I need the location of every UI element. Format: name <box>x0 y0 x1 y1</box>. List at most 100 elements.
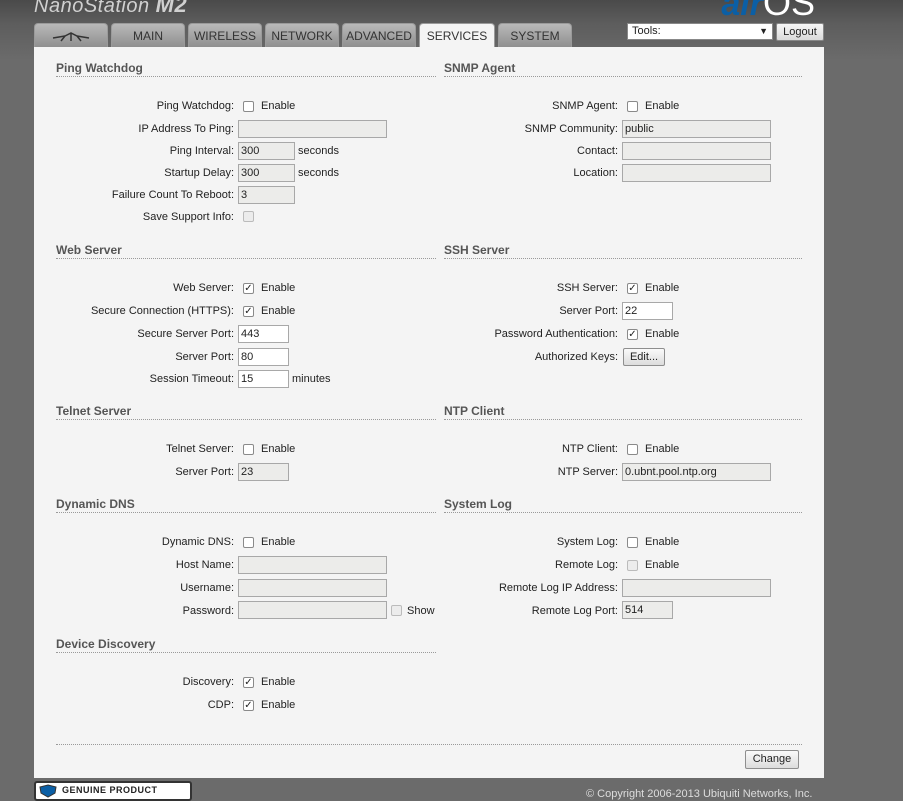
show-password-checkbox[interactable] <box>391 605 402 616</box>
remote-log-ip-label: Remote Log IP Address: <box>498 582 618 594</box>
copyright-text: © Copyright 2006-2013 Ubiquiti Networks,… <box>586 788 813 800</box>
badge-text: GENUINE PRODUCT <box>62 785 158 795</box>
airos-logo: airOS <box>721 0 815 24</box>
ssh-port-field[interactable]: 22 <box>622 302 673 320</box>
genuine-product-badge: GENUINE PRODUCT <box>34 781 192 801</box>
snmp-agent-label: SNMP Agent: <box>552 100 618 112</box>
tab-main[interactable]: MAIN <box>111 23 185 47</box>
system-log-enable-label: Enable <box>645 536 680 548</box>
telnet-server-enable-label: Enable <box>261 443 296 455</box>
save-support-info-checkbox[interactable] <box>243 211 254 222</box>
tools-select-value: Tools: <box>632 25 661 37</box>
telnet-server-checkbox[interactable] <box>243 444 254 455</box>
startup-delay-field[interactable]: 300 <box>238 164 295 182</box>
session-timeout-unit: minutes <box>292 373 331 385</box>
services-panel: Ping Watchdog Ping Watchdog: Enable IP A… <box>34 47 824 778</box>
remote-log-enable-label: Enable <box>645 559 680 571</box>
secure-port-label: Secure Server Port: <box>137 328 234 340</box>
divider <box>444 76 802 77</box>
password-field[interactable] <box>238 601 387 619</box>
edit-keys-button[interactable]: Edit... <box>623 348 665 366</box>
ssh-server-label: SSH Server: <box>556 282 618 294</box>
divider <box>444 419 802 420</box>
ping-interval-unit: seconds <box>298 145 339 157</box>
web-server-checkbox[interactable]: ✓ <box>243 283 254 294</box>
snmp-agent-checkbox[interactable] <box>627 101 638 112</box>
web-server-port-label: Server Port: <box>175 351 234 363</box>
remote-log-port-label: Remote Log Port: <box>531 605 618 617</box>
tab-ubnt-logo[interactable] <box>34 23 108 47</box>
dynamic-dns-title: Dynamic DNS <box>56 497 135 511</box>
remote-log-checkbox[interactable] <box>627 560 638 571</box>
username-field[interactable] <box>238 579 387 597</box>
ssh-server-checkbox[interactable]: ✓ <box>627 283 638 294</box>
divider <box>56 419 436 420</box>
ip-to-ping-field[interactable] <box>238 120 387 138</box>
tools-select[interactable]: Tools: ▼ <box>627 23 773 40</box>
ssh-port-label: Server Port: <box>559 305 618 317</box>
tab-system[interactable]: SYSTEM <box>498 23 572 47</box>
divider <box>444 258 802 259</box>
snmp-contact-label: Contact: <box>577 145 618 157</box>
device-brand: NanoStation M2 <box>34 0 187 18</box>
system-log-label: System Log: <box>556 536 618 548</box>
ping-interval-label: Ping Interval: <box>169 145 234 157</box>
discovery-enable-label: Enable <box>261 676 296 688</box>
device-discovery-title: Device Discovery <box>56 637 156 651</box>
ntp-client-label: NTP Client: <box>561 443 618 455</box>
host-name-label: Host Name: <box>175 559 234 571</box>
session-timeout-label: Session Timeout: <box>149 373 234 385</box>
password-label: Password: <box>182 605 234 617</box>
ntp-server-field[interactable]: 0.ubnt.pool.ntp.org <box>622 463 771 481</box>
save-support-info-label: Save Support Info: <box>142 211 234 223</box>
telnet-server-title: Telnet Server <box>56 404 132 418</box>
ip-to-ping-label: IP Address To Ping: <box>138 123 234 135</box>
secure-port-field[interactable]: 443 <box>238 325 289 343</box>
snmp-community-field[interactable]: public <box>622 120 771 138</box>
cdp-enable-label: Enable <box>261 699 296 711</box>
telnet-port-label: Server Port: <box>175 466 234 478</box>
system-log-checkbox[interactable] <box>627 537 638 548</box>
password-auth-checkbox[interactable]: ✓ <box>627 329 638 340</box>
tab-services[interactable]: SERVICES <box>419 23 495 48</box>
ping-interval-field[interactable]: 300 <box>238 142 295 160</box>
divider <box>56 744 802 745</box>
web-server-title: Web Server <box>56 243 122 257</box>
snmp-agent-title: SNMP Agent <box>444 61 516 75</box>
remote-log-label: Remote Log: <box>555 559 618 571</box>
failure-count-field[interactable]: 3 <box>238 186 295 204</box>
change-button[interactable]: Change <box>745 750 799 769</box>
shield-icon <box>39 784 57 798</box>
tab-wireless[interactable]: WIRELESS <box>188 23 262 47</box>
snmp-agent-enable-label: Enable <box>645 100 680 112</box>
https-checkbox[interactable]: ✓ <box>243 306 254 317</box>
ping-watchdog-enable-label: Enable <box>261 100 296 112</box>
cdp-checkbox[interactable]: ✓ <box>243 700 254 711</box>
password-auth-label: Password Authentication: <box>494 328 618 340</box>
tab-advanced[interactable]: ADVANCED <box>342 23 416 47</box>
telnet-port-field[interactable]: 23 <box>238 463 289 481</box>
ntp-client-checkbox[interactable] <box>627 444 638 455</box>
web-server-port-field[interactable]: 80 <box>238 348 289 366</box>
snmp-contact-field[interactable] <box>622 142 771 160</box>
logout-button[interactable]: Logout <box>776 23 824 41</box>
snmp-community-label: SNMP Community: <box>524 123 618 135</box>
ssh-server-enable-label: Enable <box>645 282 680 294</box>
chevron-down-icon: ▼ <box>759 26 768 36</box>
host-name-field[interactable] <box>238 556 387 574</box>
tab-network[interactable]: NETWORK <box>265 23 339 47</box>
failure-count-label: Failure Count To Reboot: <box>111 189 234 201</box>
session-timeout-field[interactable]: 15 <box>238 370 289 388</box>
remote-log-port-field[interactable]: 514 <box>622 601 673 619</box>
system-log-title: System Log <box>444 497 513 511</box>
remote-log-ip-field[interactable] <box>622 579 771 597</box>
https-label: Secure Connection (HTTPS): <box>90 305 234 317</box>
os-suffix: OS <box>762 0 815 23</box>
dynamic-dns-checkbox[interactable] <box>243 537 254 548</box>
ping-watchdog-checkbox[interactable] <box>243 101 254 112</box>
divider <box>56 652 436 653</box>
ntp-client-title: NTP Client <box>444 404 505 418</box>
ssh-server-title: SSH Server <box>444 243 510 257</box>
discovery-checkbox[interactable]: ✓ <box>243 677 254 688</box>
snmp-location-field[interactable] <box>622 164 771 182</box>
